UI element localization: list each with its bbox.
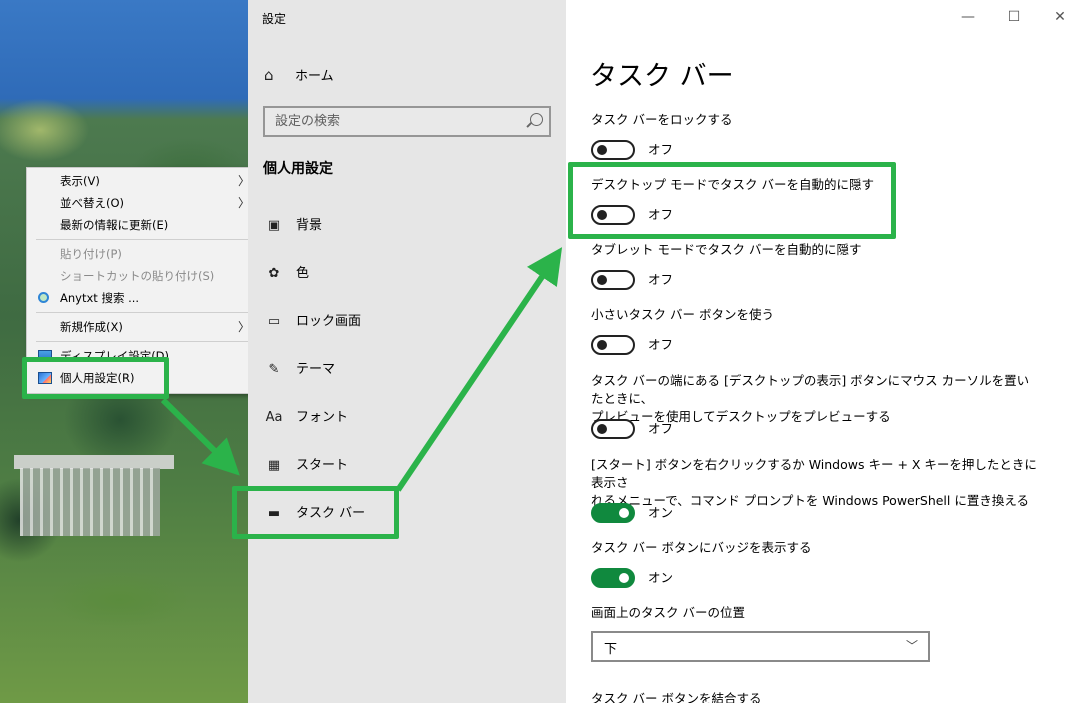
annotation-arrows [160, 247, 563, 492]
arrow-to-taskbar-nav [160, 397, 240, 476]
arrow-to-autohide-setting [395, 247, 563, 492]
